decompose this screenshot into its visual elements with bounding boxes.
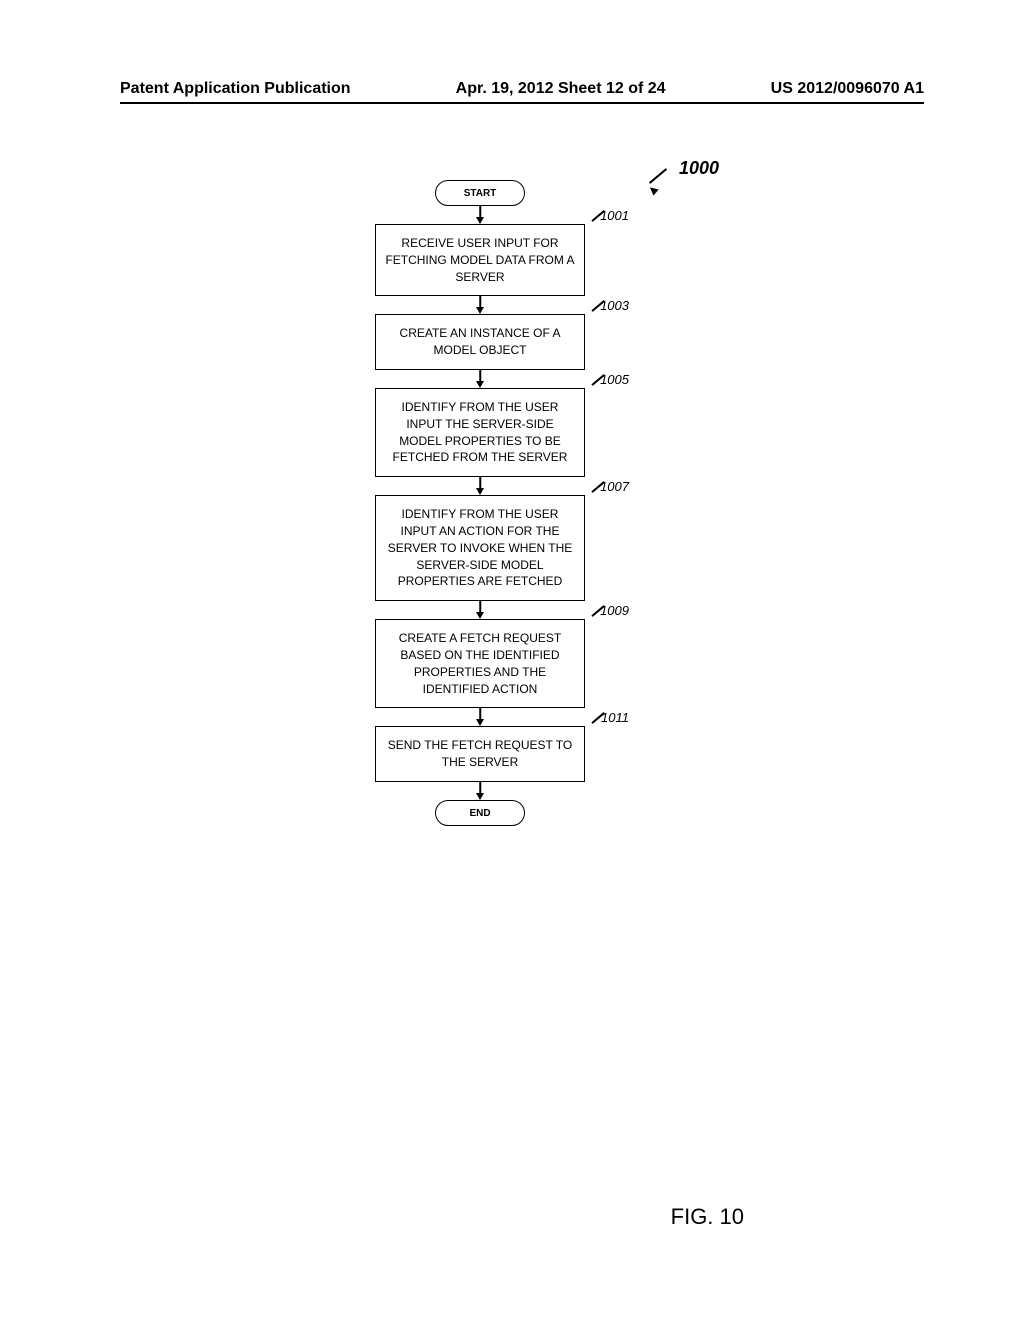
- header-right: US 2012/0096070 A1: [771, 80, 924, 98]
- step-text: RECEIVE USER INPUT FOR FETCHING MODEL DA…: [385, 236, 574, 284]
- step-text: IDENTIFY FROM THE USER INPUT AN ACTION F…: [388, 507, 573, 588]
- step-reference: 1009: [600, 602, 629, 620]
- step-reference: 1001: [600, 207, 629, 225]
- step-text: SEND THE FETCH REQUEST TO THE SERVER: [388, 738, 572, 769]
- step-reference: 1011: [601, 709, 629, 727]
- terminal-end: END: [435, 800, 525, 826]
- flowchart: START 1001 RECEIVE USER INPUT FOR FETCHI…: [240, 180, 720, 826]
- page-header: Patent Application Publication Apr. 19, …: [120, 80, 924, 104]
- step-reference: 1005: [600, 371, 629, 389]
- header-center: Apr. 19, 2012 Sheet 12 of 24: [456, 80, 666, 98]
- step-text: CREATE A FETCH REQUEST BASED ON THE IDEN…: [399, 631, 561, 695]
- process-step-1003: 1003 CREATE AN INSTANCE OF A MODEL OBJEC…: [375, 314, 585, 370]
- terminal-start: START: [435, 180, 525, 206]
- step-reference: 1007: [600, 478, 629, 496]
- diagram-reference-number: 1000: [679, 158, 719, 179]
- step-text: IDENTIFY FROM THE USER INPUT THE SERVER-…: [393, 400, 568, 464]
- process-step-1001: 1001 RECEIVE USER INPUT FOR FETCHING MOD…: [375, 224, 585, 296]
- process-step-1011: 1011 SEND THE FETCH REQUEST TO THE SERVE…: [375, 726, 585, 782]
- process-step-1009: 1009 CREATE A FETCH REQUEST BASED ON THE…: [375, 619, 585, 708]
- step-text: CREATE AN INSTANCE OF A MODEL OBJECT: [400, 326, 561, 357]
- process-step-1007: 1007 IDENTIFY FROM THE USER INPUT AN ACT…: [375, 495, 585, 601]
- header-left: Patent Application Publication: [120, 80, 351, 98]
- process-step-1005: 1005 IDENTIFY FROM THE USER INPUT THE SE…: [375, 388, 585, 477]
- figure-label: FIG. 10: [671, 1204, 744, 1230]
